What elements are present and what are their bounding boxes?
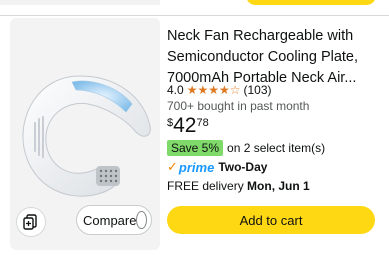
- product-title-line[interactable]: Neck Fan Rechargeable with: [167, 26, 385, 47]
- delivery-prefix: FREE delivery: [167, 179, 244, 193]
- delivery-date: Mon, Jun 1: [247, 179, 310, 193]
- delivery-info: FREE delivery Mon, Jun 1: [167, 179, 310, 193]
- coupon-row[interactable]: Save 5% on 2 select item(s): [167, 140, 325, 156]
- product-title-line[interactable]: Semiconductor Cooling Plate,: [167, 47, 385, 68]
- rating-value: 4.0: [167, 83, 184, 97]
- rating-row[interactable]: 4.0 ★★★★☆ (103): [167, 83, 272, 97]
- review-count[interactable]: (103): [243, 83, 271, 97]
- bought-count: 700+ bought in past month: [167, 99, 310, 113]
- compare-icon-button[interactable]: [16, 207, 46, 237]
- add-to-cart-button[interactable]: Add to cart: [167, 206, 375, 234]
- item-divider: [0, 15, 389, 16]
- compare-label: Compare: [83, 212, 137, 228]
- star-icon[interactable]: ★★★★☆: [187, 83, 241, 97]
- compare-icon: [23, 214, 37, 230]
- compare-radio-icon[interactable]: [136, 211, 147, 229]
- price: $ 42 78: [167, 115, 209, 136]
- previous-add-to-cart-edge[interactable]: [246, 0, 376, 5]
- price-fraction: 78: [196, 117, 209, 129]
- prime-badge: ✓ prime Two-Day: [167, 159, 267, 175]
- prime-logo: prime: [178, 159, 215, 175]
- product-title[interactable]: Neck Fan Rechargeable with Semiconductor…: [167, 26, 385, 89]
- coupon-badge[interactable]: Save 5%: [167, 140, 224, 156]
- previous-image-edge: [0, 0, 160, 5]
- price-whole: 42: [173, 114, 197, 137]
- compare-toggle[interactable]: Compare: [76, 205, 152, 235]
- prime-check-icon: ✓: [167, 159, 178, 174]
- prime-speed: Two-Day: [218, 160, 268, 174]
- coupon-text: on 2 select item(s): [227, 141, 326, 155]
